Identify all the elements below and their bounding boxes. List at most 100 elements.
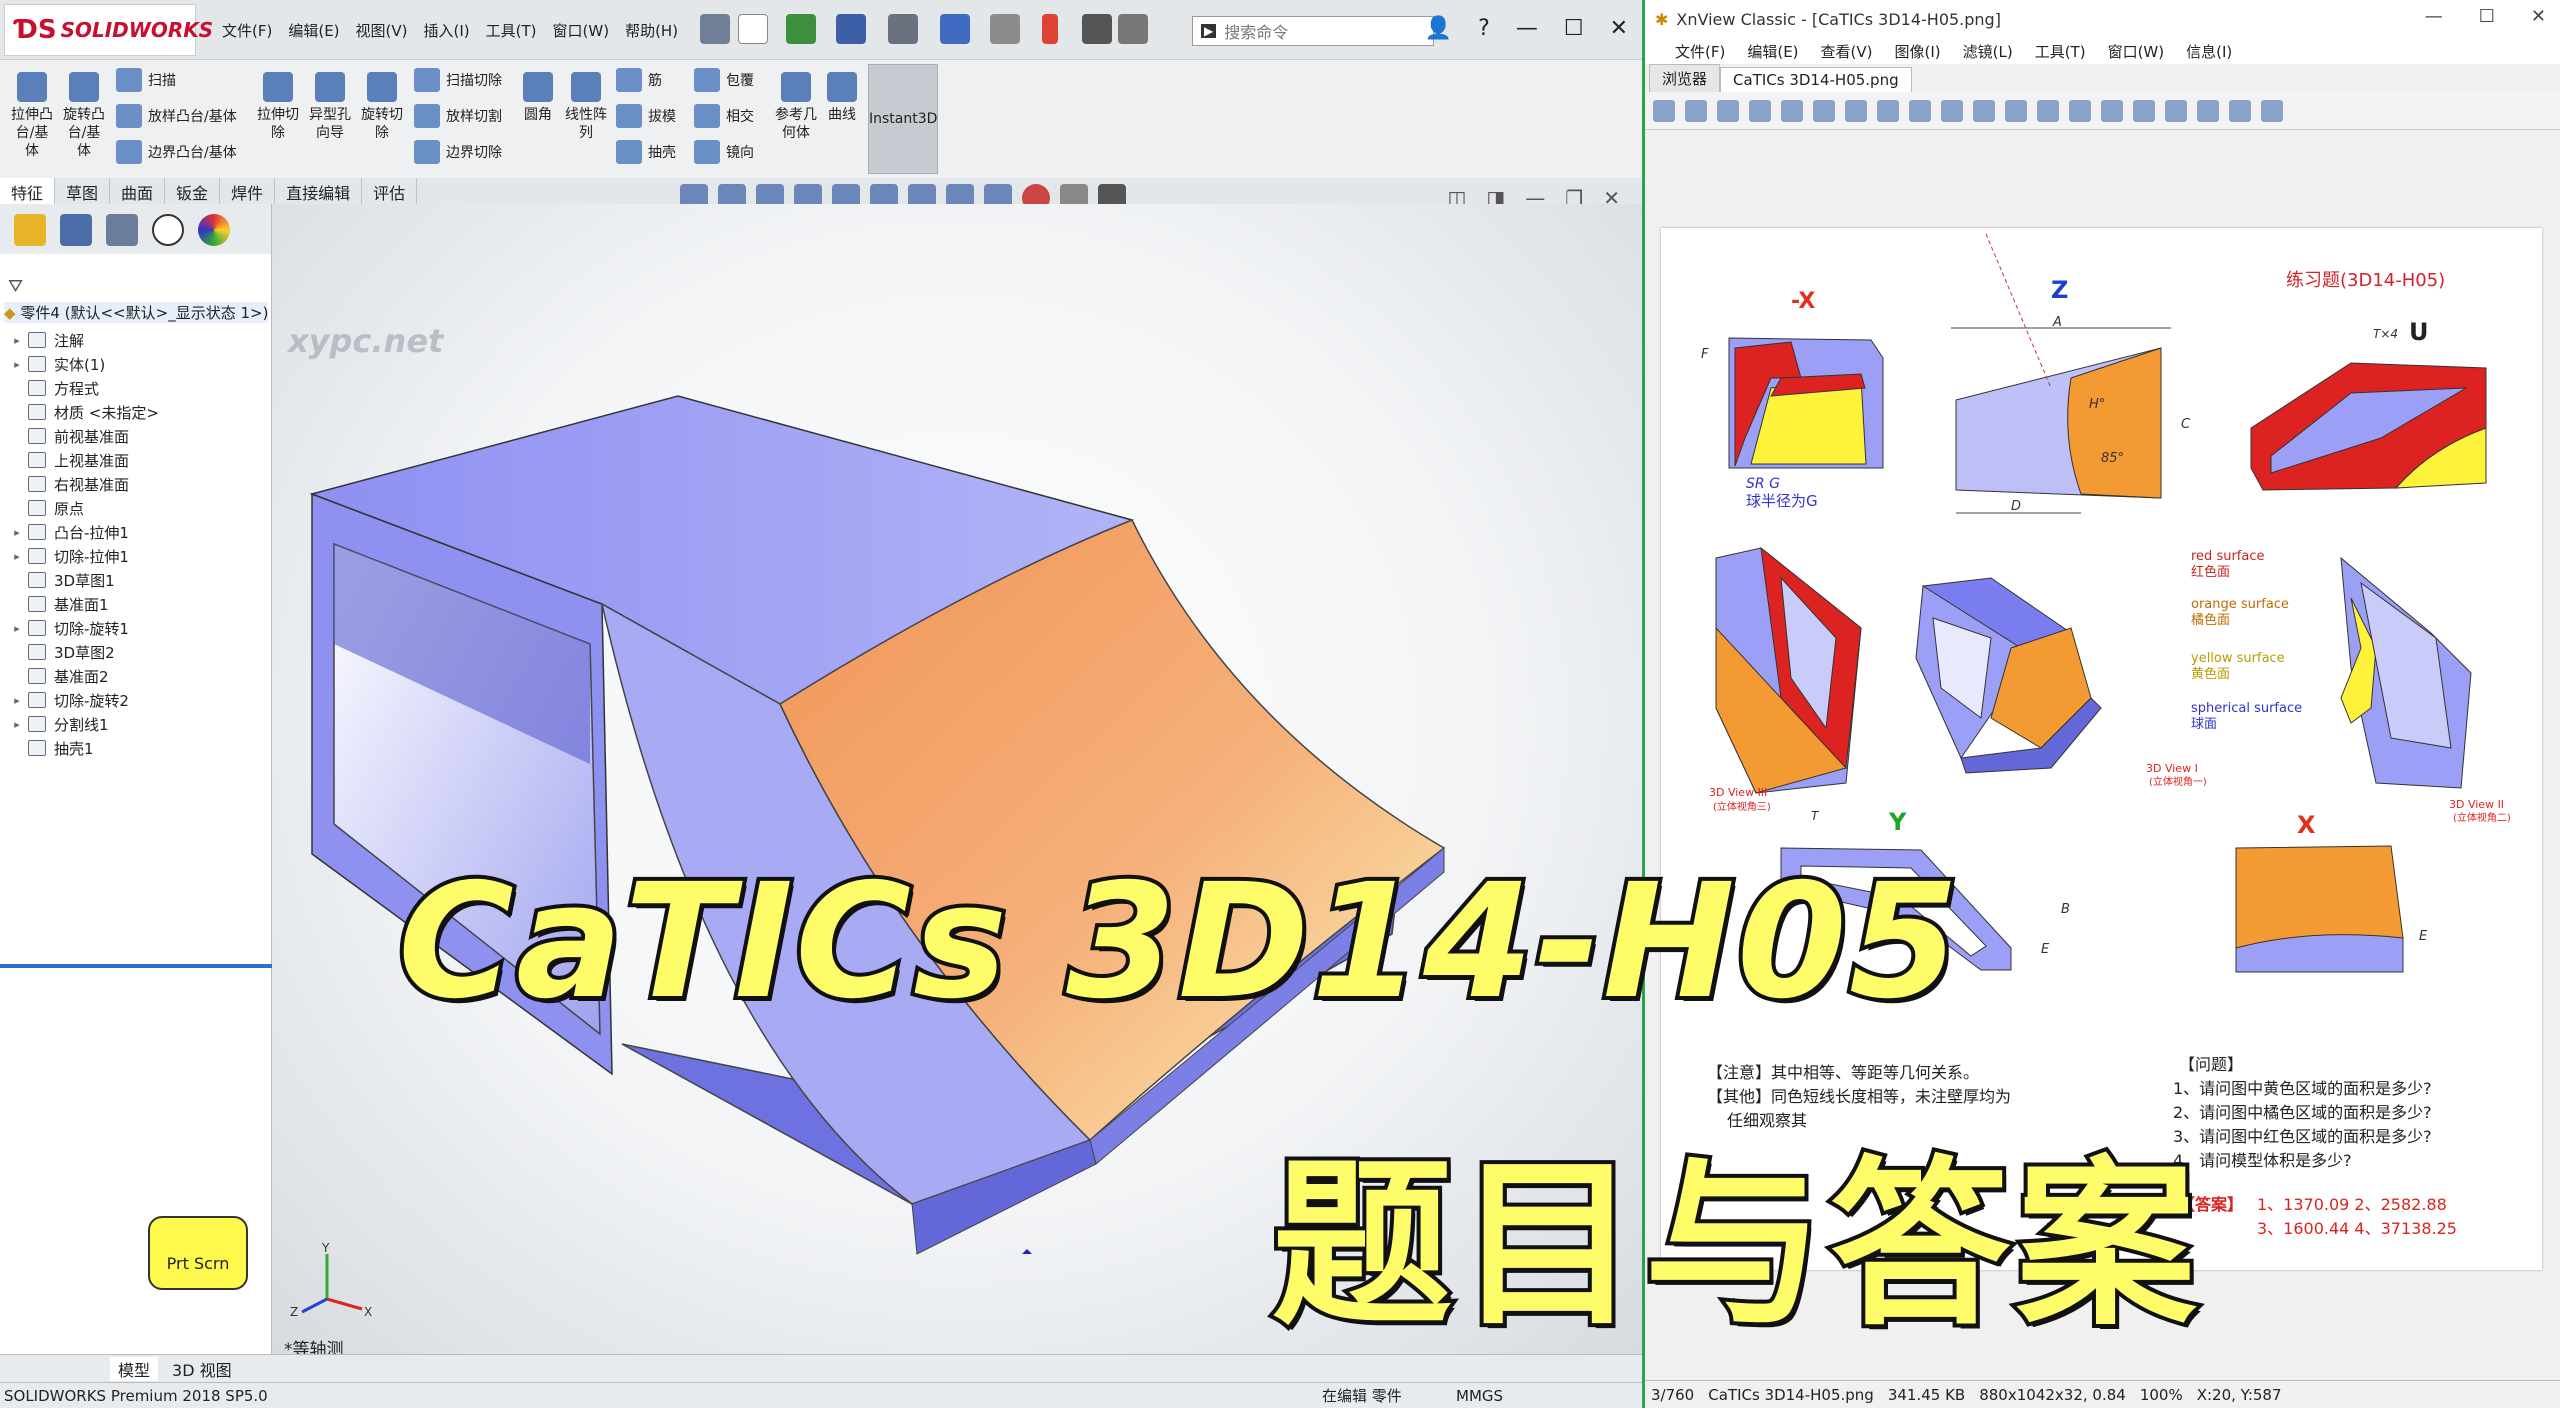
- last-icon[interactable]: [2197, 100, 2219, 122]
- xv-menu-info[interactable]: 信息(I): [2186, 41, 2232, 62]
- tree-item[interactable]: 3D草图1: [0, 568, 272, 592]
- tree-item[interactable]: ▸ 注解: [0, 328, 272, 352]
- tree-item[interactable]: ▸ 切除-拉伸1: [0, 544, 272, 568]
- expand-arrow-icon[interactable]: ▸: [10, 526, 24, 539]
- save-icon[interactable]: [836, 14, 866, 44]
- select-cursor-icon[interactable]: [990, 14, 1020, 44]
- rollback-bar[interactable]: [0, 964, 272, 968]
- tree-item[interactable]: 方程式: [0, 376, 272, 400]
- tree-item[interactable]: 抽壳1: [0, 736, 272, 760]
- xnview-close-button[interactable]: ✕: [2531, 6, 2546, 27]
- units-selector[interactable]: MMGS: [1456, 1387, 1503, 1405]
- tab-3d-views[interactable]: 3D 视图: [172, 1357, 232, 1381]
- print-icon[interactable]: [888, 14, 918, 44]
- extruded-cut-button[interactable]: 拉伸切 除: [254, 72, 302, 142]
- tab-evaluate[interactable]: 评估: [362, 178, 418, 204]
- configuration-manager-tab-icon[interactable]: [106, 214, 138, 246]
- effects-icon[interactable]: [1941, 100, 1963, 122]
- tree-item[interactable]: 上视基准面: [0, 448, 272, 472]
- adjust-icon[interactable]: [1877, 100, 1899, 122]
- solidworks-logo[interactable]: ƊS SOLIDWORKS: [4, 4, 213, 56]
- xnview-maximize-button[interactable]: ☐: [2479, 6, 2495, 27]
- swept-cut-button[interactable]: 扫描切除: [414, 68, 502, 92]
- new-file-icon[interactable]: [738, 14, 768, 44]
- fullscreen-icon[interactable]: [2229, 100, 2251, 122]
- expand-arrow-icon[interactable]: ▸: [10, 718, 24, 731]
- menu-tools[interactable]: 工具(T): [486, 20, 537, 41]
- boundary-cut-button[interactable]: 边界切除: [414, 140, 502, 164]
- expand-arrow-icon[interactable]: ▸: [10, 694, 24, 707]
- xnview-minimize-button[interactable]: —: [2425, 6, 2443, 27]
- save-icon[interactable]: [1717, 100, 1739, 122]
- rotate-right-icon[interactable]: [1845, 100, 1867, 122]
- draft-button[interactable]: 拔模: [616, 104, 676, 128]
- browse-icon[interactable]: [1653, 100, 1675, 122]
- previous-icon[interactable]: [2101, 100, 2123, 122]
- tab-direct-editing[interactable]: 直接编辑: [275, 178, 363, 204]
- crop-icon[interactable]: [1781, 100, 1803, 122]
- tree-item[interactable]: 3D草图2: [0, 640, 272, 664]
- curves-button[interactable]: 曲线: [822, 72, 862, 124]
- tab-surfaces[interactable]: 曲面: [110, 178, 166, 204]
- menu-insert[interactable]: 插入(I): [424, 20, 470, 41]
- tree-item[interactable]: 基准面2: [0, 664, 272, 688]
- rotate-left-icon[interactable]: [1813, 100, 1835, 122]
- loft-button[interactable]: 放样凸台/基体: [116, 104, 237, 128]
- tree-item[interactable]: ▸ 切除-旋转1: [0, 616, 272, 640]
- tab-features[interactable]: 特征: [0, 178, 56, 204]
- rebuild-icon[interactable]: [1042, 14, 1058, 44]
- filter-icon[interactable]: ⛛: [8, 276, 23, 297]
- menu-help[interactable]: 帮助(H): [625, 20, 678, 41]
- tree-item[interactable]: 材质 <未指定>: [0, 400, 272, 424]
- xv-menu-file[interactable]: 文件(F): [1675, 41, 1725, 62]
- tree-item[interactable]: 基准面1: [0, 592, 272, 616]
- property-manager-tab-icon[interactable]: [60, 214, 92, 246]
- feature-tree-root[interactable]: ◆ 零件4 (默认<<默认>_显示状态 1>): [4, 302, 268, 323]
- hole-wizard-button[interactable]: 异型孔 向导: [306, 72, 354, 142]
- linear-pattern-button[interactable]: 线性阵 列: [562, 72, 610, 142]
- menu-file[interactable]: 文件(F): [222, 20, 272, 41]
- tree-item[interactable]: ▸ 实体(1): [0, 352, 272, 376]
- tree-item[interactable]: 原点: [0, 496, 272, 520]
- tab-model[interactable]: 模型: [110, 1356, 159, 1381]
- zoom-icon[interactable]: [2037, 100, 2059, 122]
- open-icon[interactable]: [1685, 100, 1707, 122]
- xv-menu-filter[interactable]: 滤镜(L): [1963, 41, 2013, 62]
- help-icon[interactable]: ?: [1478, 16, 1490, 41]
- instant3d-button[interactable]: Instant3D: [868, 64, 938, 174]
- shell-button[interactable]: 抽壳: [616, 140, 676, 164]
- display-manager-tab-icon[interactable]: [198, 214, 230, 246]
- tab-sketch[interactable]: 草图: [55, 178, 111, 204]
- wrap-button[interactable]: 包覆: [694, 68, 754, 92]
- options-gear-icon[interactable]: [1118, 14, 1148, 44]
- print-icon[interactable]: [1749, 100, 1771, 122]
- expand-arrow-icon[interactable]: ▸: [10, 334, 24, 347]
- prt-scrn-button[interactable]: Prt Scrn: [148, 1216, 248, 1290]
- tree-item[interactable]: 前视基准面: [0, 424, 272, 448]
- open-file-icon[interactable]: [786, 14, 816, 44]
- user-icon[interactable]: 👤: [1425, 16, 1452, 41]
- boundary-boss-button[interactable]: 边界凸台/基体: [116, 140, 237, 164]
- zoom-out-icon[interactable]: [2069, 100, 2091, 122]
- minimize-button[interactable]: —: [1516, 16, 1538, 41]
- menu-edit[interactable]: 编辑(E): [288, 20, 339, 41]
- home-icon[interactable]: [700, 14, 730, 44]
- undo-icon[interactable]: [940, 14, 970, 44]
- extruded-boss-button[interactable]: 拉伸凸 台/基 体: [8, 72, 56, 160]
- tab-image-file[interactable]: CaTICs 3D14-H05.png: [1720, 67, 1912, 92]
- dimxpert-tab-icon[interactable]: [152, 214, 184, 246]
- xv-menu-edit[interactable]: 编辑(E): [1747, 41, 1798, 62]
- first-icon[interactable]: [2165, 100, 2187, 122]
- tree-item[interactable]: ▸ 切除-旋转2: [0, 688, 272, 712]
- revolved-cut-button[interactable]: 旋转切 除: [358, 72, 406, 142]
- close-button[interactable]: ✕: [1610, 16, 1628, 41]
- tab-sheet-metal[interactable]: 钣金: [165, 178, 221, 204]
- resize-icon[interactable]: [1909, 100, 1931, 122]
- file-properties-icon[interactable]: [1082, 14, 1112, 44]
- properties-icon[interactable]: [1973, 100, 1995, 122]
- fillet-button[interactable]: 圆角: [516, 72, 560, 124]
- xv-menu-window[interactable]: 窗口(W): [2108, 41, 2165, 62]
- expand-arrow-icon[interactable]: ▸: [10, 550, 24, 563]
- rib-button[interactable]: 筋: [616, 68, 662, 92]
- sweep-button[interactable]: 扫描: [116, 68, 176, 92]
